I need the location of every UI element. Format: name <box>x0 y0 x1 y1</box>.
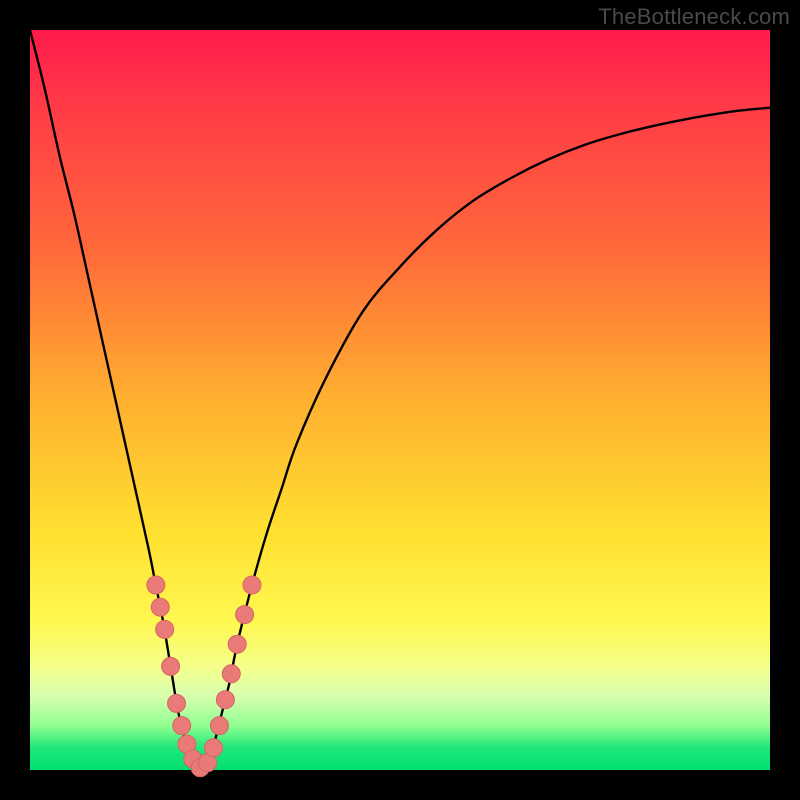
data-marker <box>205 739 223 757</box>
data-marker <box>222 665 240 683</box>
data-marker <box>156 620 174 638</box>
chart-frame: TheBottleneck.com <box>0 0 800 800</box>
data-marker <box>162 657 180 675</box>
data-marker <box>173 717 191 735</box>
data-marker <box>243 576 261 594</box>
data-marker <box>228 635 246 653</box>
curve-layer <box>30 30 770 770</box>
plot-area <box>30 30 770 770</box>
watermark-text: TheBottleneck.com <box>598 4 790 30</box>
data-marker <box>151 598 169 616</box>
bottleneck-curve <box>30 30 770 770</box>
data-marker <box>236 606 254 624</box>
data-marker <box>147 576 165 594</box>
data-marker <box>210 717 228 735</box>
curve-markers <box>147 576 261 777</box>
data-marker <box>216 691 234 709</box>
data-marker <box>168 694 186 712</box>
